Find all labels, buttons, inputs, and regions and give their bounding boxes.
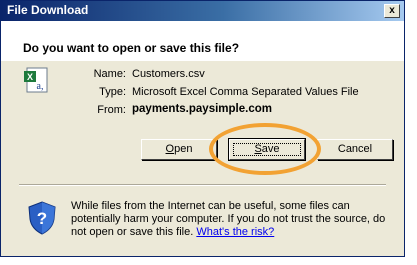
name-label: Name: <box>93 68 126 80</box>
file-download-dialog: File Download x Do you want to open or s… <box>0 0 405 257</box>
close-button[interactable]: x <box>384 4 400 18</box>
save-highlight-annotation <box>209 123 321 175</box>
from-label: From: <box>97 104 126 116</box>
cancel-button[interactable]: Cancel <box>317 139 393 160</box>
open-label-rest: pen <box>174 143 193 155</box>
open-button[interactable]: Open <box>141 139 217 160</box>
divider <box>19 184 386 186</box>
dialog-question: Do you want to open or save this file? <box>23 41 240 55</box>
cancel-label: Cancel <box>337 143 373 155</box>
file-source-value: payments.paysimple.com <box>132 103 272 115</box>
close-icon: x <box>389 5 395 16</box>
window-title: File Download <box>7 3 89 17</box>
svg-text:?: ? <box>37 209 47 228</box>
title-bar[interactable]: File Download x <box>1 1 404 21</box>
file-type-value: Microsoft Excel Comma Separated Values F… <box>132 86 359 98</box>
type-label: Type: <box>99 86 126 98</box>
file-name-value: Customers.csv <box>132 68 205 80</box>
open-accesskey: O <box>165 143 175 155</box>
shield-question-icon: ? <box>28 201 56 235</box>
security-warning: While files from the Internet can be use… <box>71 200 391 239</box>
whats-the-risk-link[interactable]: What's the risk? <box>196 226 274 238</box>
